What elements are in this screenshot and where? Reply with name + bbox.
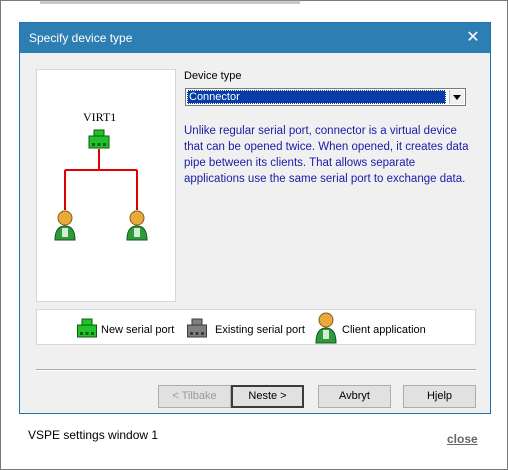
legend-new-port-label: New serial port <box>101 324 175 336</box>
window-top-remnant <box>40 0 300 4</box>
specify-device-type-dialog: Specify device type ✕ VIRT1 Device type … <box>19 22 491 414</box>
device-preview-panel: VIRT1 <box>36 69 176 302</box>
device-type-select[interactable]: Connector <box>185 88 466 106</box>
person-client-icon <box>315 312 337 344</box>
close-icon[interactable]: ✕ <box>456 23 490 53</box>
window-caption: VSPE settings window 1 <box>28 428 159 442</box>
dialog-titlebar: Specify device type ✕ <box>20 23 490 53</box>
gray-serial-port-icon <box>187 318 207 338</box>
connection-diagram <box>54 129 148 241</box>
chevron-down-icon[interactable] <box>449 90 464 104</box>
device-description: Unlike regular serial port, connector is… <box>184 125 469 185</box>
person-client-icon <box>54 210 76 241</box>
next-button[interactable]: Neste > <box>231 385 304 408</box>
dialog-title: Specify device type <box>29 31 133 45</box>
legend-existing-port-label: Existing serial port <box>215 324 305 336</box>
person-client-icon <box>126 210 148 241</box>
connector-lines <box>64 149 138 210</box>
back-button[interactable]: < Tilbake <box>158 385 231 408</box>
button-separator <box>36 369 476 371</box>
device-type-selected-value: Connector <box>187 90 446 104</box>
green-serial-port-icon <box>88 129 110 149</box>
cancel-button[interactable]: Avbryt <box>318 385 391 408</box>
legend-panel: New serial port Existing serial port Cli… <box>36 309 476 345</box>
green-serial-port-icon <box>77 318 97 338</box>
legend-client-app-label: Client application <box>342 324 426 336</box>
close-link[interactable]: close <box>447 432 478 446</box>
help-button[interactable]: Hjelp <box>403 385 476 408</box>
device-type-label: Device type <box>184 70 242 82</box>
